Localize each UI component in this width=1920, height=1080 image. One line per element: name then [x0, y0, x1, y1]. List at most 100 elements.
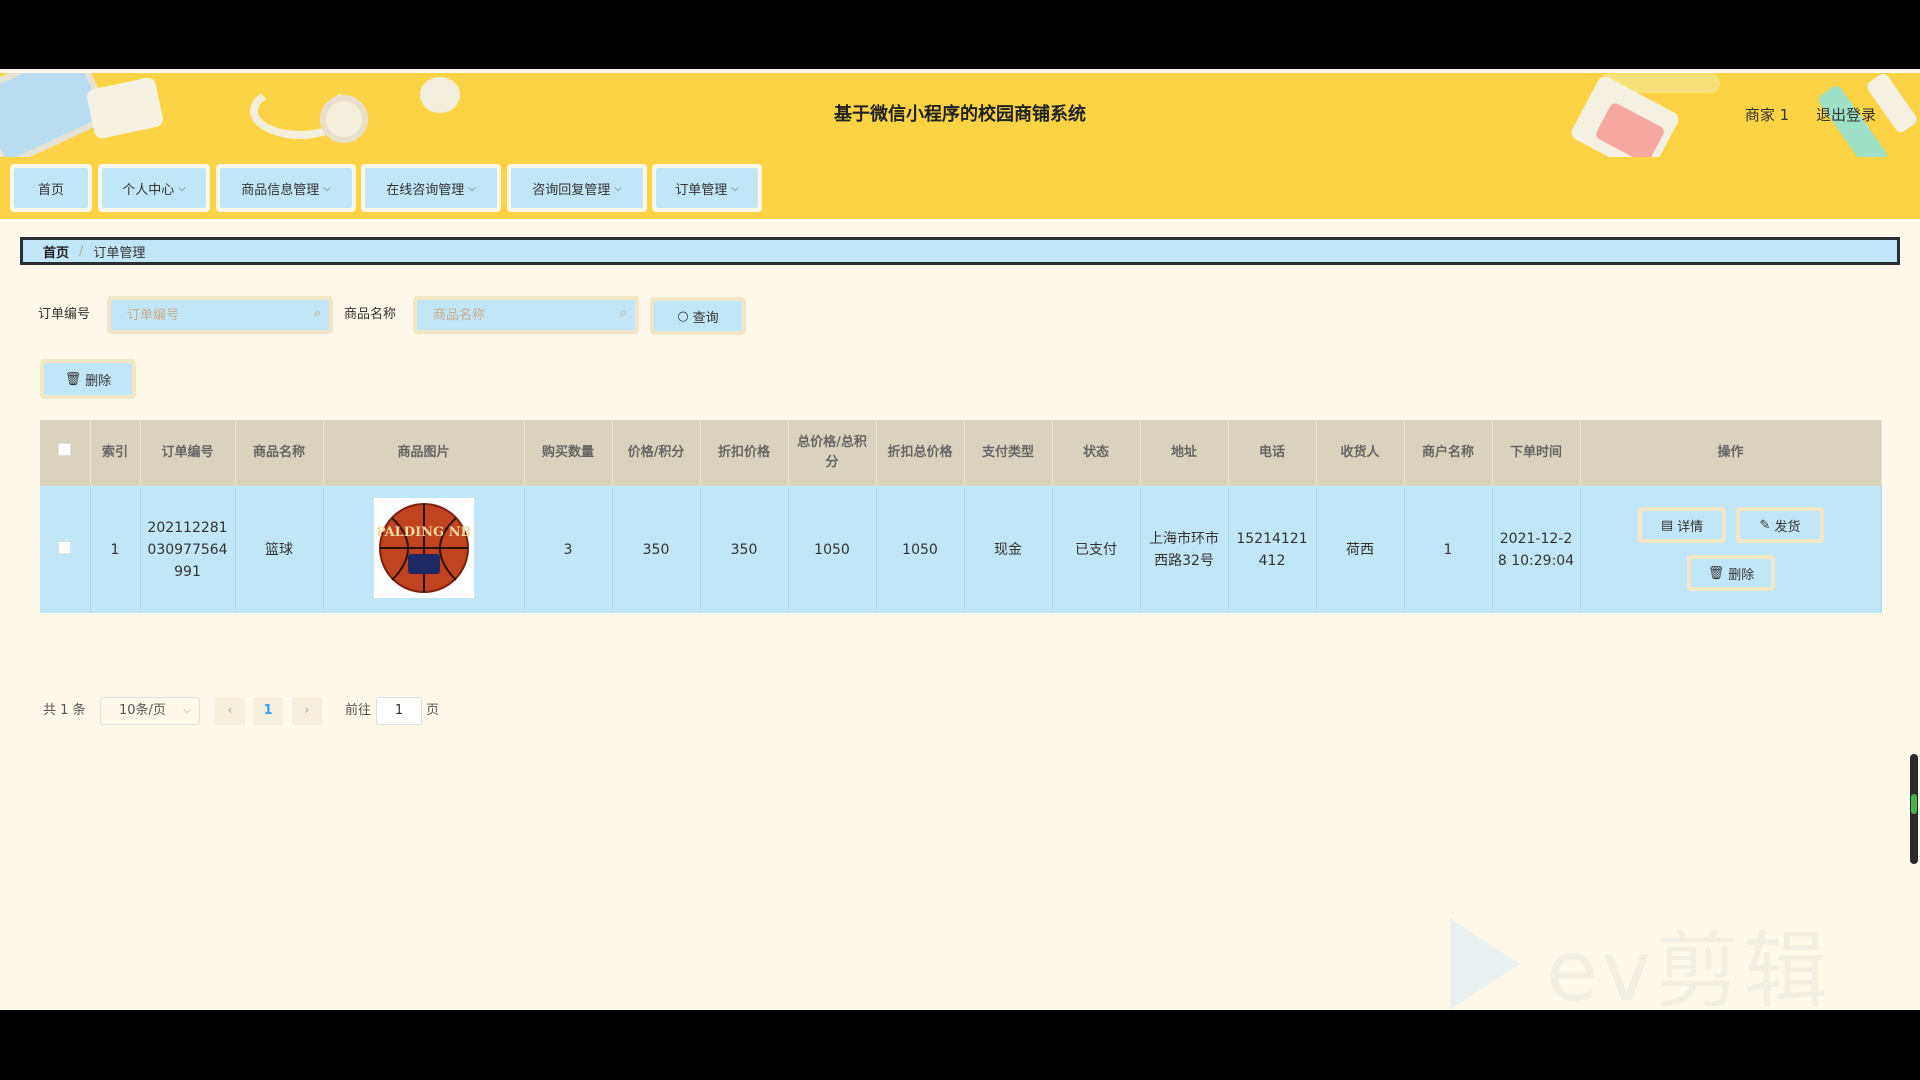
letterbox-bottom	[0, 1010, 1920, 1080]
breadcrumb-current: 订单管理	[93, 245, 146, 261]
nav-item-label: 在线咨询管理	[386, 182, 465, 198]
row-delete-button[interactable]: 🗑 删除	[1687, 555, 1775, 591]
receiver-cell: 荷西	[1316, 486, 1405, 613]
page-size-value: 10条/页	[119, 703, 166, 718]
column-header: 支付类型	[964, 420, 1053, 486]
document-icon: ▤	[1660, 517, 1674, 533]
detail-button[interactable]: ▤ 详情	[1638, 507, 1726, 543]
operations-cell	[1580, 486, 1882, 613]
top-nav: 首页 个人中心 ⌵ 商品信息管理 ⌵ 在线咨询管理 ⌵ 咨询回复管理 ⌵ 订单管理 ⌵	[0, 157, 1920, 219]
page-number-current[interactable]: 1	[253, 697, 283, 725]
column-header: 商户名称	[1404, 420, 1493, 486]
page-unit-label: 页	[426, 703, 440, 718]
index-cell: 1	[90, 486, 141, 613]
username: 商家 1	[1744, 106, 1790, 124]
row-checkbox[interactable]	[58, 540, 72, 554]
query-button[interactable]: ○ 查询	[650, 297, 746, 335]
edit-icon: ✎	[1759, 517, 1771, 533]
page-size-select[interactable]: 10条/页 ⌵	[100, 697, 200, 725]
nav-item-personal[interactable]: 个人中心 ⌵	[98, 164, 210, 212]
ship-button-label: 发货	[1774, 519, 1801, 535]
batch-delete-label: 删除	[85, 373, 112, 389]
table-row: 1 202112281030977564991 篮球 SPALDING NBA	[40, 486, 1882, 613]
nav-item-label: 首页	[37, 182, 64, 198]
nav-item-orders[interactable]: 订单管理 ⌵	[652, 164, 762, 212]
pagination-total: 共 1 条	[43, 703, 86, 718]
column-header: 商品图片	[323, 420, 525, 486]
product-name-field: ⌕	[413, 296, 639, 334]
product-name-label: 商品名称	[344, 307, 397, 322]
discount-price-cell: 350	[700, 486, 789, 613]
breadcrumb: 首页 / 订单管理	[20, 237, 1900, 265]
order-no-input[interactable]	[111, 300, 329, 330]
order-no-label: 订单编号	[38, 307, 91, 322]
pay-type-cell: 现金	[964, 486, 1053, 613]
product-name-cell: 篮球	[235, 486, 324, 613]
app-window: 基于微信小程序的校园商铺系统 商家 1 退出登录 首页 个人中心 ⌵ 商品信息管理…	[0, 69, 1920, 1010]
product-image-cell: SPALDING NBA	[323, 486, 525, 613]
phone-cell: 15214121412	[1228, 486, 1317, 613]
breadcrumb-home[interactable]: 首页	[43, 242, 69, 261]
prev-page-button[interactable]: ‹	[215, 697, 245, 725]
qty-cell: 3	[524, 486, 613, 613]
column-header: 状态	[1052, 420, 1141, 486]
chevron-down-icon: ⌵	[468, 182, 476, 194]
nav-item-products[interactable]: 商品信息管理 ⌵	[216, 164, 356, 212]
column-header: 电话	[1228, 420, 1317, 486]
orders-table: 索引 订单编号 商品名称 商品图片 购买数量 价格/积分 折扣价格 总价格/总积…	[40, 420, 1882, 613]
column-header: 折扣总价格	[876, 420, 965, 486]
chevron-right-icon: ›	[304, 703, 310, 718]
total-cell: 1050	[788, 486, 877, 613]
ship-button[interactable]: ✎ 发货	[1736, 507, 1824, 543]
order-no-field: ⌕	[107, 296, 333, 334]
chevron-down-icon: ⌵	[323, 182, 331, 194]
merchant-cell: 1	[1404, 486, 1493, 613]
price-cell: 350	[612, 486, 701, 613]
column-header: 价格/积分	[612, 420, 701, 486]
nav-item-consult[interactable]: 在线咨询管理 ⌵	[361, 164, 501, 212]
table-header-row: 索引 订单编号 商品名称 商品图片 购买数量 价格/积分 折扣价格 总价格/总积…	[40, 420, 1882, 486]
nav-item-reply[interactable]: 咨询回复管理 ⌵	[507, 164, 647, 212]
scrollbar-thumb[interactable]	[1911, 794, 1917, 814]
chevron-down-icon: ⌵	[614, 182, 622, 194]
nav-item-label: 商品信息管理	[241, 182, 320, 198]
watermark: ev剪辑	[1450, 909, 1831, 1010]
nav-item-home[interactable]: 首页	[10, 164, 92, 212]
discount-total-cell: 1050	[876, 486, 965, 613]
header: 基于微信小程序的校园商铺系统 商家 1 退出登录	[0, 73, 1920, 157]
time-cell: 2021-12-28 10:29:04	[1492, 486, 1581, 613]
chevron-down-icon: ⌵	[731, 182, 739, 194]
letterbox-top	[0, 0, 1920, 69]
logout-button[interactable]: 退出登录	[1816, 106, 1876, 124]
goto-page-input[interactable]: 1	[376, 697, 422, 725]
row-delete-label: 删除	[1728, 567, 1755, 583]
user-area: 商家 1 退出登录	[1723, 73, 1876, 157]
product-image: SPALDING NBA	[366, 498, 482, 598]
query-button-label: 查询	[692, 310, 719, 326]
page-title: 基于微信小程序的校园商铺系统	[834, 104, 1086, 125]
status-cell: 已支付	[1052, 486, 1141, 613]
column-header: 地址	[1140, 420, 1229, 486]
nav-item-label: 个人中心	[122, 182, 175, 198]
column-header: 收货人	[1316, 420, 1405, 486]
batch-delete-button[interactable]: 🗑 删除	[40, 359, 136, 399]
detail-button-label: 详情	[1677, 519, 1704, 535]
search-icon: ⌕	[313, 306, 321, 321]
row-select-cell	[40, 486, 91, 613]
image-brand-text: SPALDING NBA	[378, 525, 470, 540]
product-name-input[interactable]	[417, 300, 635, 330]
chevron-down-icon: ⌵	[183, 705, 191, 716]
search-icon: ○	[677, 308, 689, 324]
column-header: 操作	[1580, 420, 1882, 486]
column-header: 订单编号	[140, 420, 236, 486]
address-cell: 上海市环市西路32号	[1140, 486, 1229, 613]
column-header: 下单时间	[1492, 420, 1581, 486]
search-icon: ⌕	[619, 306, 627, 321]
chevron-down-icon: ⌵	[178, 182, 186, 194]
next-page-button[interactable]: ›	[292, 697, 322, 725]
goto-label: 前往	[345, 703, 372, 718]
select-all-checkbox[interactable]	[58, 443, 72, 456]
breadcrumb-separator: /	[79, 243, 84, 259]
column-header: 折扣价格	[700, 420, 789, 486]
nav-item-label: 订单管理	[675, 182, 728, 198]
